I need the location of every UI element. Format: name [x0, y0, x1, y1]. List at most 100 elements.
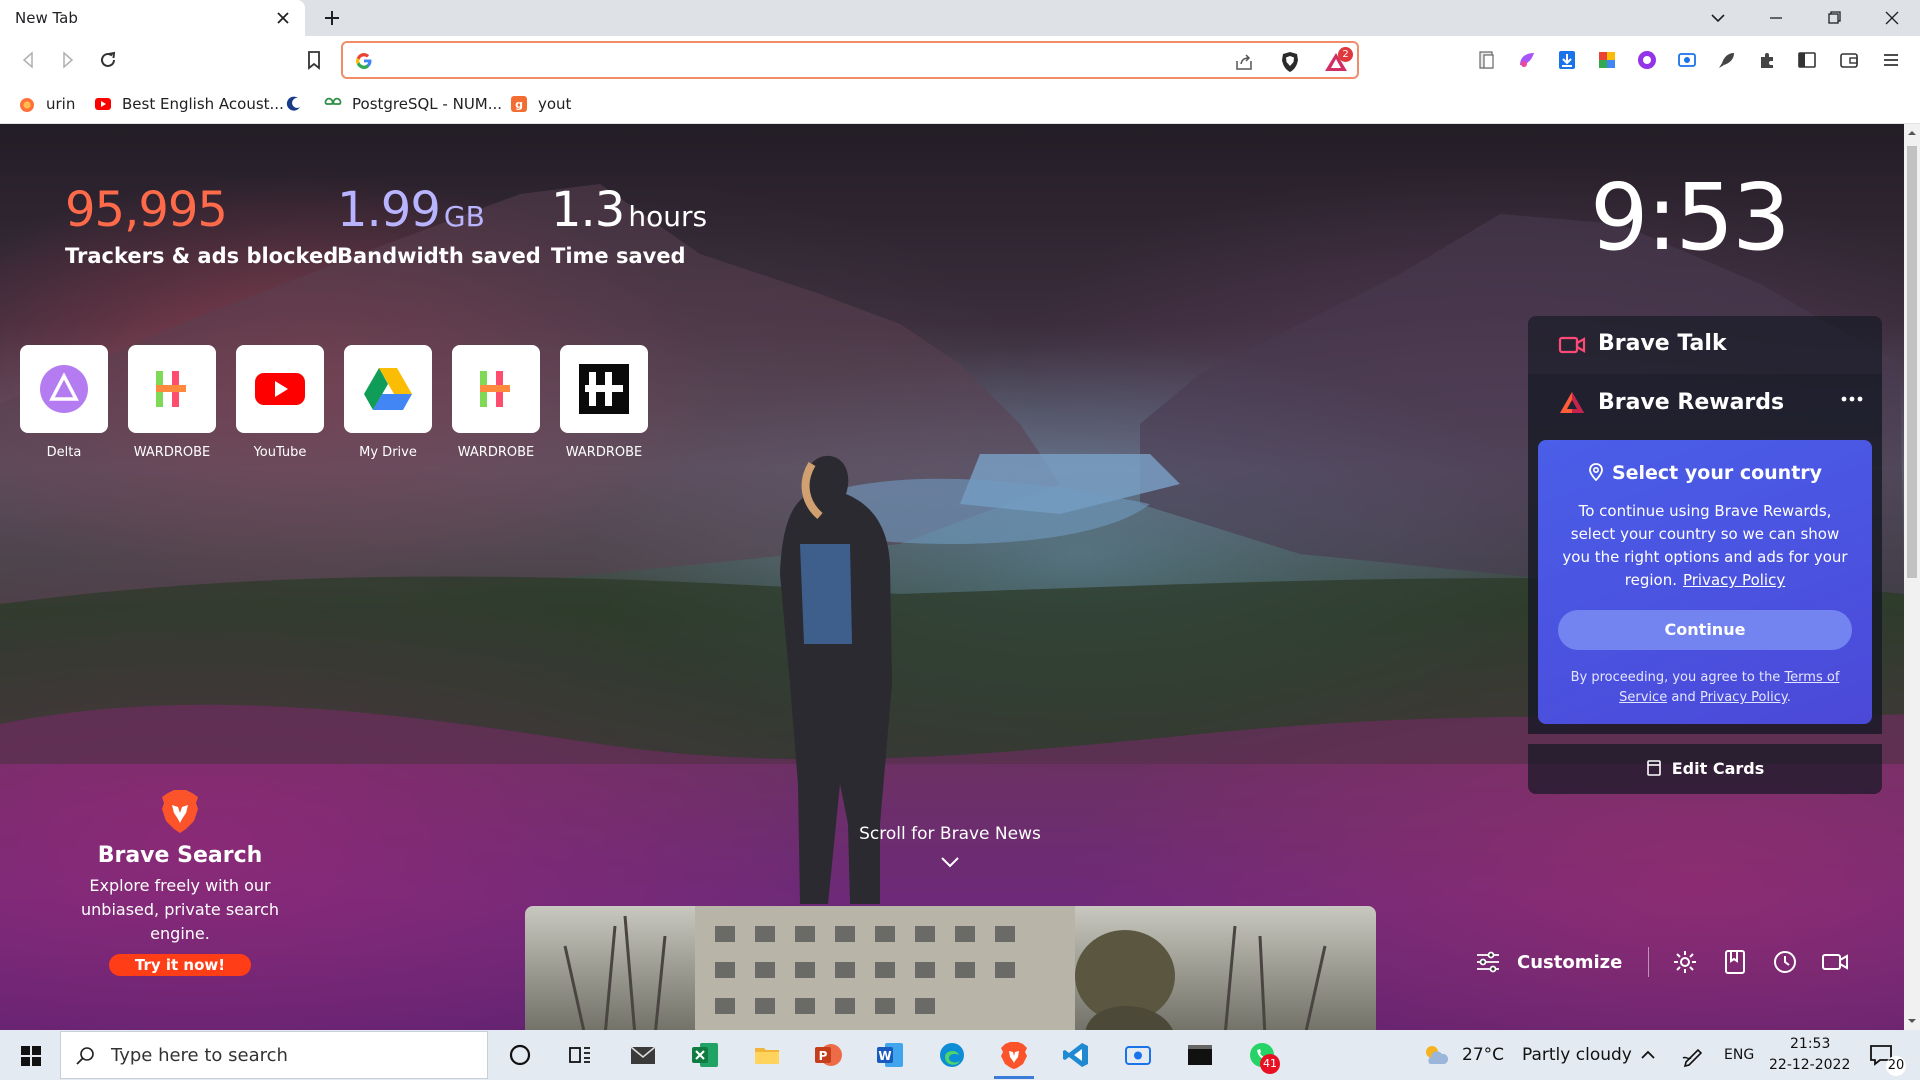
show-hidden-icons-chevron-icon[interactable]	[1633, 1040, 1663, 1070]
screen-recorder-icon[interactable]	[1676, 49, 1698, 71]
stat-bandwidth-unit: GB	[443, 200, 485, 233]
language-indicator[interactable]: ENG	[1724, 1047, 1754, 1063]
scroll-up-arrow-icon[interactable]	[1907, 128, 1917, 138]
pen-icon[interactable]	[1678, 1040, 1708, 1070]
minimize-icon[interactable]	[1764, 6, 1788, 30]
extensions-puzzle-icon[interactable]	[1756, 49, 1778, 71]
brave-talk-camera-icon[interactable]	[1821, 948, 1849, 976]
edit-cards-label: Edit Cards	[1671, 759, 1765, 778]
page-scrollbar[interactable]	[1904, 124, 1920, 1030]
svg-text:g: g	[515, 98, 523, 111]
taskbar-time[interactable]: 21:53	[1790, 1036, 1830, 1052]
extension-circle-icon[interactable]	[1636, 49, 1658, 71]
terminal-icon[interactable]	[1185, 1040, 1215, 1070]
menu-hamburger-icon[interactable]	[1880, 49, 1902, 71]
history-icon[interactable]	[1771, 948, 1799, 976]
scrollbar-thumb[interactable]	[1907, 146, 1917, 578]
top-site-tile[interactable]	[20, 345, 108, 433]
terms-privacy-link[interactable]: Privacy Policy	[1700, 690, 1787, 705]
powerpoint-icon[interactable]: P	[813, 1040, 843, 1070]
top-site-wardrobe-2[interactable]: WARDROBE	[452, 345, 540, 460]
bookmark-urin[interactable]: urin	[18, 93, 75, 115]
notification-count: 20	[1886, 1056, 1906, 1076]
top-site-tile[interactable]	[452, 345, 540, 433]
brave-talk-card[interactable]: Brave Talk	[1528, 316, 1882, 374]
svg-text:P: P	[819, 1049, 828, 1063]
continue-button[interactable]: Continue	[1558, 610, 1852, 650]
tab-new-tab[interactable]: New Tab	[0, 0, 305, 36]
window-close-icon[interactable]	[1880, 6, 1904, 30]
select-country-title: Select your country	[1611, 462, 1823, 484]
windows-start-icon[interactable]	[20, 1045, 42, 1067]
top-site-youtube[interactable]: YouTube	[236, 345, 324, 460]
brave-shields-icon[interactable]	[1278, 50, 1302, 74]
back-icon[interactable]	[16, 48, 40, 72]
divider	[1648, 947, 1650, 977]
share-icon[interactable]	[1233, 51, 1255, 73]
taskbar-date[interactable]: 22-12-2022	[1769, 1057, 1850, 1073]
scroll-down-arrow-icon[interactable]	[1907, 1016, 1917, 1026]
bookmarks-icon[interactable]	[1721, 948, 1749, 976]
excel-icon[interactable]	[690, 1040, 720, 1070]
weather-temperature[interactable]: 27°C	[1462, 1045, 1504, 1065]
wallet-icon[interactable]	[1838, 49, 1860, 71]
news-card-image[interactable]	[525, 906, 1376, 1030]
download-icon[interactable]	[1556, 49, 1578, 71]
weather-description[interactable]: Partly cloudy	[1522, 1045, 1632, 1065]
svg-text:W: W	[878, 1049, 891, 1063]
extension-purple-icon[interactable]	[1516, 49, 1538, 71]
top-site-tile[interactable]	[128, 345, 216, 433]
top-site-my-drive[interactable]: My Drive	[344, 345, 432, 460]
address-bar[interactable]: 2	[341, 41, 1359, 79]
edit-cards-button[interactable]: Edit Cards	[1528, 744, 1882, 794]
sliders-icon[interactable]	[1475, 950, 1501, 974]
top-site-tile[interactable]	[344, 345, 432, 433]
extension-colorful-icon[interactable]	[1596, 49, 1618, 71]
bookmark-youtube-music[interactable]: Best English Acoust...	[94, 93, 284, 115]
bookmark-icon[interactable]	[302, 48, 326, 72]
camera-app-icon[interactable]	[1123, 1040, 1153, 1070]
try-it-now-button[interactable]: Try it now!	[108, 954, 252, 976]
terms-and: and	[1671, 690, 1696, 705]
rocket-icon[interactable]	[1716, 49, 1738, 71]
customize-button[interactable]: Customize	[1517, 952, 1622, 973]
top-site-label: WARDROBE	[133, 445, 211, 460]
new-tab-page: 95,995 Trackers & ads blocked 1.99 GB Ban…	[0, 124, 1904, 1030]
vscode-icon[interactable]	[1061, 1040, 1091, 1070]
clock: 9:53	[1590, 164, 1791, 271]
brave-taskbar-icon[interactable]	[999, 1040, 1029, 1070]
file-explorer-icon[interactable]	[752, 1040, 782, 1070]
bookmark-yout[interactable]: g yout	[510, 93, 571, 115]
weather-partly-cloudy-icon[interactable]	[1420, 1040, 1450, 1070]
taskbar-search-box[interactable]: Type here to search	[60, 1031, 488, 1079]
top-site-wardrobe-1[interactable]: WARDROBE	[128, 345, 216, 460]
toolbar: 2	[0, 36, 1920, 84]
word-icon[interactable]: W	[875, 1040, 905, 1070]
new-tab-plus-icon[interactable]	[320, 6, 344, 30]
bookmark-label: PostgreSQL - NUM...	[352, 95, 503, 113]
forward-icon[interactable]	[56, 48, 80, 72]
select-country-heading: Select your country	[1538, 462, 1872, 484]
windows-taskbar: Type here to search P W 41 27°C Partly c…	[0, 1030, 1920, 1080]
reading-list-icon[interactable]	[1476, 49, 1498, 71]
mail-icon[interactable]	[628, 1040, 658, 1070]
edge-icon[interactable]	[937, 1040, 967, 1070]
stat-trackers: 95,995 Trackers & ads blocked	[65, 182, 338, 268]
tab-search-chevron-icon[interactable]	[1706, 6, 1730, 30]
top-site-tile[interactable]	[560, 345, 648, 433]
close-icon[interactable]	[273, 8, 293, 28]
top-site-tile[interactable]	[236, 345, 324, 433]
task-view-icon[interactable]	[565, 1040, 595, 1070]
cortana-icon[interactable]	[505, 1040, 535, 1070]
more-options-icon[interactable]	[1840, 394, 1864, 404]
top-site-delta[interactable]: Delta	[20, 345, 108, 460]
reload-icon[interactable]	[96, 48, 120, 72]
privacy-policy-link[interactable]: Privacy Policy	[1683, 571, 1785, 589]
bookmark-postgresql[interactable]: PostgreSQL - NUM...	[324, 93, 502, 115]
bookmark-crescent[interactable]	[284, 93, 312, 115]
sidebar-icon[interactable]	[1796, 49, 1818, 71]
scroll-for-brave-news[interactable]: Scroll for Brave News	[820, 824, 1080, 868]
top-site-wardrobe-3[interactable]: WARDROBE	[560, 345, 648, 460]
settings-gear-icon[interactable]	[1671, 948, 1699, 976]
restore-icon[interactable]	[1822, 6, 1846, 30]
